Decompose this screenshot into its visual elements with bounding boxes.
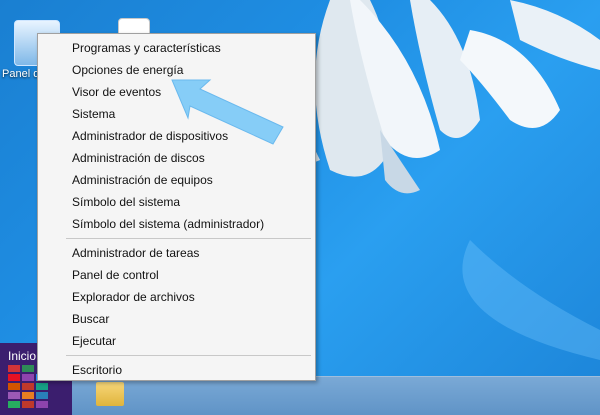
annotation-arrow-icon	[171, 79, 284, 145]
